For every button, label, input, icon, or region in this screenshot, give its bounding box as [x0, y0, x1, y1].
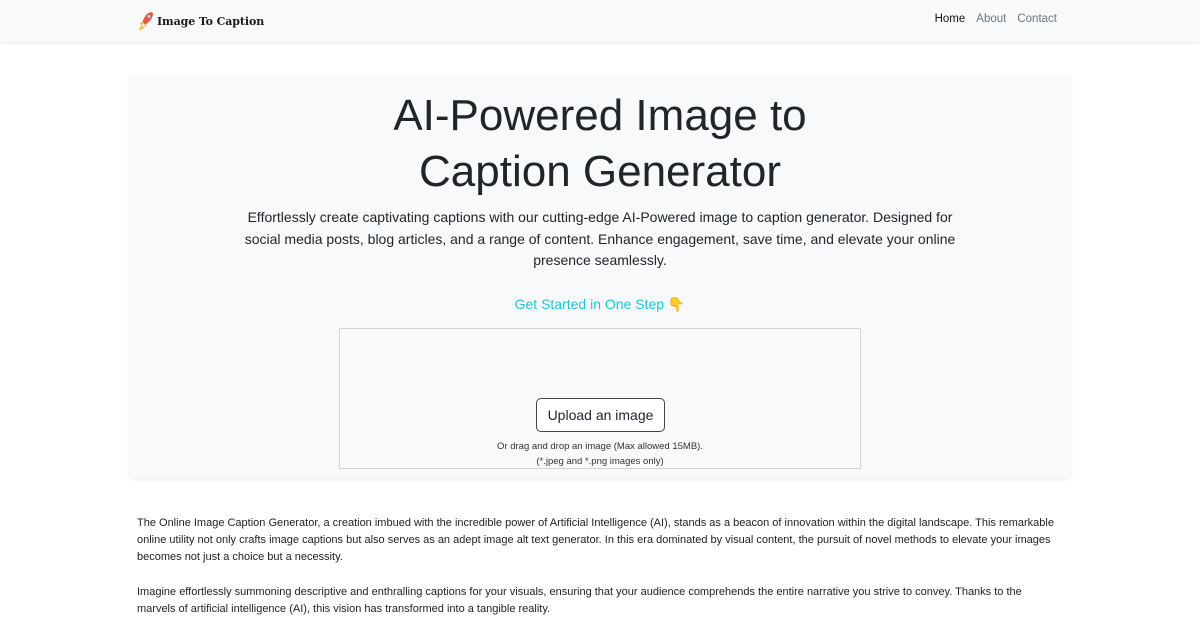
hero-title: AI-Powered Image to Caption Generator [0, 88, 1200, 200]
nav-link-about[interactable]: About [976, 13, 1006, 25]
upload-image-button[interactable]: Upload an image [536, 398, 665, 432]
rocket-icon [139, 12, 153, 31]
dropzone-hint-size: Or drag and drop an image (Max allowed 1… [497, 441, 703, 452]
hero-description: Effortlessly create captivating captions… [244, 209, 956, 268]
article-content: The Online Image Caption Generator, a cr… [137, 515, 1063, 626]
hero-title-line-2: Caption Generator [419, 147, 781, 196]
nav-links: Home About Contact [935, 13, 1057, 25]
dropzone-hint-formats: (*.jpeg and *.png images only) [536, 456, 664, 467]
brand-logo-link[interactable]: Image To Caption [138, 10, 264, 32]
nav-link-contact[interactable]: Contact [1017, 13, 1057, 25]
get-started-link[interactable]: Get Started in One Step 👇 [0, 296, 1200, 313]
top-navbar: Image To Caption Home About Contact [0, 0, 1200, 42]
image-dropzone[interactable]: Upload an image Or drag and drop an imag… [339, 328, 861, 469]
nav-link-home[interactable]: Home [935, 13, 966, 25]
article-paragraph-1: The Online Image Caption Generator, a cr… [137, 517, 1054, 564]
brand-name: Image To Caption [157, 14, 265, 28]
hero-title-line-1: AI-Powered Image to [393, 91, 807, 140]
article-paragraph-2: Imagine effortlessly summoning descripti… [137, 585, 1022, 615]
